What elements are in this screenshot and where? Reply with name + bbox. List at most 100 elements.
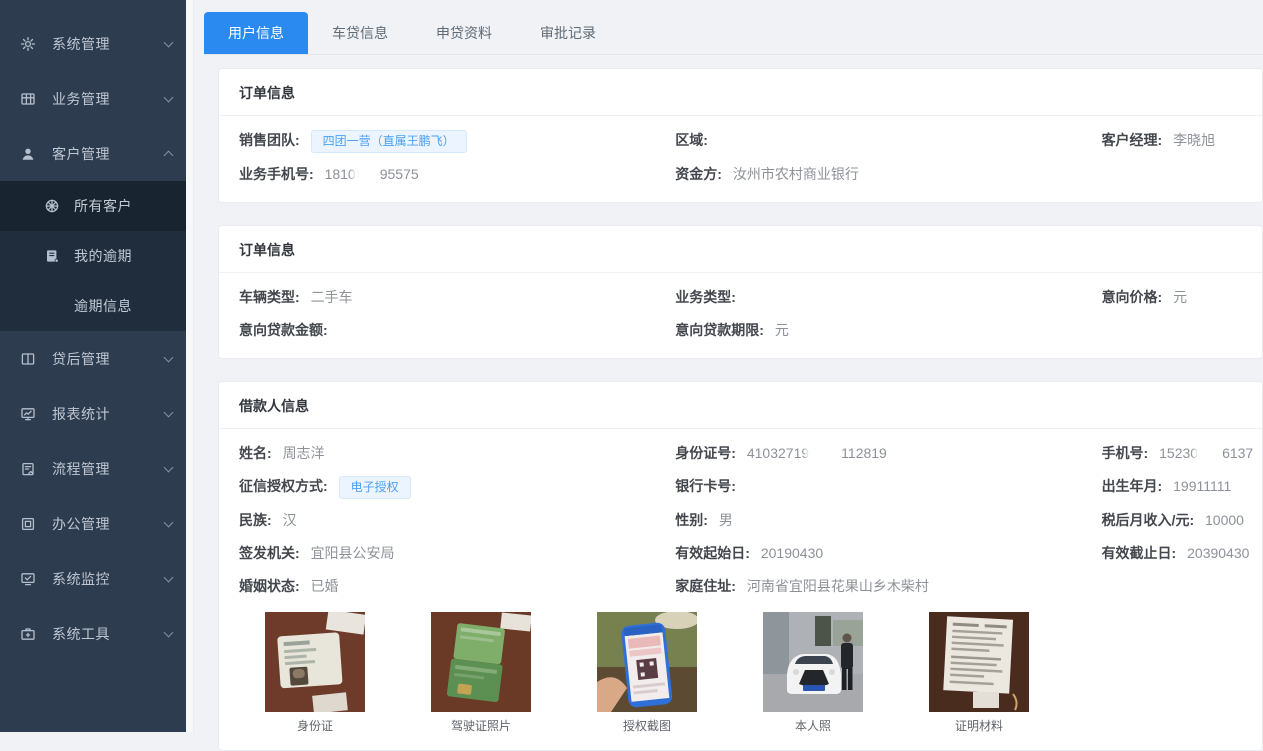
field-label: 签发机关: — [239, 545, 300, 561]
chevron-down-icon — [164, 627, 174, 637]
field-business-phone: 业务手机号: 181095575 — [239, 163, 675, 186]
sidebar-item-overdue-info[interactable]: 逾期信息 — [0, 281, 186, 331]
book-icon — [20, 351, 36, 367]
sidebar-item-postloan-mgmt[interactable]: 贷后管理 — [0, 331, 186, 386]
field-value: 男 — [719, 512, 733, 528]
field-value: 152306137 — [1159, 445, 1253, 461]
sidebar-item-label: 我的逾期 — [74, 246, 172, 266]
borrower-photos-row: 身份证 — [239, 612, 1242, 734]
sidebar-item-my-overdue[interactable]: 我的逾期 — [0, 231, 186, 281]
field-label: 业务类型: — [675, 289, 736, 305]
auth-qr-photo-image — [597, 612, 697, 712]
chevron-down-icon — [164, 352, 174, 362]
field-id-number: 身份证号: 41032719112819 — [675, 442, 1101, 465]
chevron-up-icon — [164, 151, 174, 161]
field-value: 二手车 — [311, 289, 353, 305]
notebook-icon — [44, 248, 60, 264]
tab-approval-records[interactable]: 审批记录 — [516, 12, 620, 54]
photo-caption: 证明材料 — [929, 717, 1029, 734]
chevron-down-icon — [164, 37, 174, 47]
sidebar-item-office-mgmt[interactable]: 办公管理 — [0, 496, 186, 551]
redaction-blur — [809, 446, 841, 459]
field-label: 银行卡号: — [675, 478, 736, 494]
chevron-down-icon — [164, 407, 174, 417]
sidebar-item-label: 系统管理 — [52, 34, 165, 54]
borrower-info-card: 借款人信息 姓名: 周志洋 身份证号: 41032719112819 手机号: … — [218, 381, 1263, 751]
field-monthly-income: 税后月收入/元: 10000 — [1102, 509, 1242, 532]
chevron-down-icon — [164, 517, 174, 527]
field-vehicle-type: 车辆类型: 二手车 — [239, 286, 675, 309]
sidebar-item-all-customers[interactable]: 所有客户 — [0, 181, 186, 231]
customer-mgmt-submenu: 所有客户 我的逾期 逾期信息 — [0, 181, 186, 331]
field-label: 手机号: — [1102, 445, 1149, 461]
wheel-icon — [44, 198, 60, 214]
field-value: 19911111 — [1173, 478, 1231, 494]
photo-person-with-car[interactable]: 本人照 — [763, 612, 863, 734]
sidebar-item-label: 系统监控 — [52, 569, 165, 589]
sidebar-scroll-strip[interactable] — [186, 0, 194, 732]
field-label: 意向价格: — [1102, 289, 1163, 305]
sidebar-item-business-mgmt[interactable]: 业务管理 — [0, 71, 186, 126]
sales-team-tag: 四团一营（直属王鹏飞） — [311, 130, 467, 153]
field-intended-loan-amount: 意向贷款金额: — [239, 319, 675, 342]
sidebar-item-process-mgmt[interactable]: 流程管理 — [0, 441, 186, 496]
redaction-blur — [356, 167, 380, 180]
field-label: 销售团队: — [239, 132, 300, 148]
field-name: 姓名: 周志洋 — [239, 442, 675, 465]
field-ethnicity: 民族: 汉 — [239, 509, 675, 532]
gear-icon — [20, 36, 36, 52]
field-mobile-phone: 手机号: 152306137 — [1102, 442, 1242, 465]
field-label: 客户经理: — [1102, 132, 1163, 148]
photo-auth-qr-screenshot[interactable]: 授权截图 — [597, 612, 697, 734]
sidebar-item-report-stats[interactable]: 报表统计 — [0, 386, 186, 441]
main-content: 用户信息 车贷信息 申贷资料 审批记录 订单信息 销售团队: 四团一营（直属王鹏… — [194, 0, 1263, 732]
photo-written-document[interactable]: 证明材料 — [929, 612, 1029, 734]
field-value: 20190430 — [761, 545, 823, 561]
field-label: 征信授权方式: — [239, 478, 328, 494]
sidebar-item-customer-mgmt[interactable]: 客户管理 — [0, 126, 186, 181]
monitor-check-icon — [20, 571, 36, 587]
id-card-photo-image — [265, 612, 365, 712]
field-value: 汉 — [283, 512, 297, 528]
report-monitor-icon — [20, 406, 36, 422]
tab-car-loan-info[interactable]: 车贷信息 — [308, 12, 412, 54]
card-title: 订单信息 — [219, 226, 1262, 273]
field-label: 意向贷款期限: — [675, 322, 764, 338]
document-photo-image — [929, 612, 1029, 712]
workflow-doc-icon — [20, 461, 36, 477]
sidebar-item-system-tools[interactable]: 系统工具 — [0, 606, 186, 661]
sidebar-item-label: 系统工具 — [52, 624, 165, 644]
sidebar-item-label: 客户管理 — [52, 144, 165, 164]
chevron-down-icon — [164, 462, 174, 472]
photo-caption: 驾驶证照片 — [431, 717, 531, 734]
tab-loan-application-docs[interactable]: 申贷资料 — [412, 12, 516, 54]
order-info-card-2: 订单信息 车辆类型: 二手车 业务类型: 意向价格: 元 意向贷款金额: — [218, 225, 1263, 359]
office-box-icon — [20, 516, 36, 532]
field-value: 李晓旭 — [1173, 132, 1215, 148]
field-bank-card: 银行卡号: — [675, 475, 1101, 499]
field-business-type: 业务类型: — [675, 286, 1101, 309]
sidebar-item-label: 业务管理 — [52, 89, 165, 109]
photo-caption: 本人照 — [763, 717, 863, 734]
sidebar-item-system-monitor[interactable]: 系统监控 — [0, 551, 186, 606]
field-label: 身份证号: — [675, 445, 736, 461]
field-gender: 性别: 男 — [675, 509, 1101, 532]
chevron-down-icon — [164, 92, 174, 102]
sidebar-item-label: 办公管理 — [52, 514, 165, 534]
field-value: 元 — [775, 322, 789, 338]
tab-user-info[interactable]: 用户信息 — [204, 12, 308, 54]
field-label: 出生年月: — [1102, 478, 1163, 494]
field-birth-date: 出生年月: 19911111 — [1102, 475, 1242, 499]
photo-driver-license[interactable]: 驾驶证照片 — [431, 612, 531, 734]
field-label: 税后月收入/元: — [1102, 512, 1195, 528]
field-funding-party: 资金方: 汝州市农村商业银行 — [675, 163, 1101, 186]
field-intended-loan-term: 意向贷款期限: 元 — [675, 319, 1101, 342]
toolbox-icon — [20, 626, 36, 642]
photo-caption: 授权截图 — [597, 717, 697, 734]
field-value: 宜阳县公安局 — [311, 545, 395, 561]
field-region: 区域: — [675, 129, 1101, 153]
field-marital-status: 婚姻状态: 已婚 — [239, 575, 675, 598]
field-label: 婚姻状态: — [239, 578, 300, 594]
photo-id-card[interactable]: 身份证 — [265, 612, 365, 734]
sidebar-item-system-mgmt[interactable]: 系统管理 — [0, 16, 186, 71]
